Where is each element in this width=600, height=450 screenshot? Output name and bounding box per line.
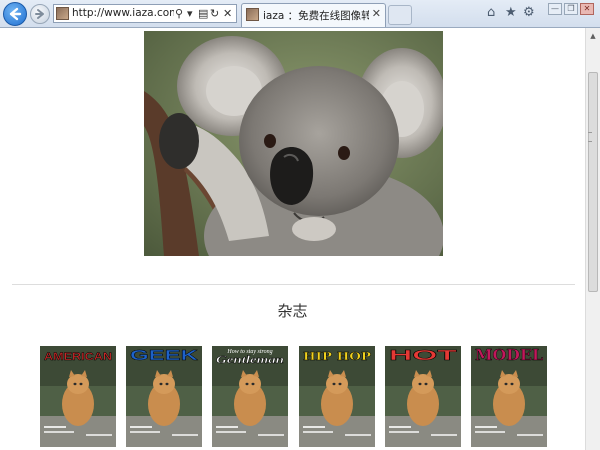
magazine-cover: GEEK <box>126 346 202 447</box>
favorites-icon[interactable]: ★ <box>505 6 517 20</box>
browser-tab[interactable]: iaza ：免费在线图像转换-... ✕ <box>241 3 386 27</box>
scrollbar-grip <box>588 132 592 142</box>
back-arrow-icon <box>9 7 22 21</box>
magazine-cover: HOT <box>385 346 461 447</box>
scroll-up-icon[interactable]: ▲ <box>586 28 600 44</box>
search-icon[interactable]: ⚲ <box>175 6 183 22</box>
magazine-title: HOT <box>389 347 457 364</box>
forward-arrow-icon <box>35 9 44 19</box>
site-favicon <box>56 7 69 20</box>
magazine-template[interactable]: HIP HOP <box>299 346 375 447</box>
address-dropdown-icon[interactable]: ▾ <box>187 6 193 22</box>
address-url[interactable]: http://www.iaza.com/xp <box>72 7 174 19</box>
window-close-button[interactable]: ✕ <box>580 3 594 15</box>
page-content: 杂志 AMERICAN GEEK How to stay strong Gentl… <box>0 28 585 450</box>
magazine-template[interactable]: HOT <box>385 346 461 447</box>
magazine-cover: HIP HOP <box>299 346 375 447</box>
home-icon[interactable]: ⌂ <box>487 6 495 20</box>
magazine-cover: AMERICAN <box>40 346 116 447</box>
magazine-template[interactable]: AMERICAN <box>40 346 116 447</box>
section-title: 杂志 <box>277 302 308 320</box>
restore-button[interactable]: ❐ <box>564 3 578 15</box>
tab-close-icon[interactable]: ✕ <box>372 7 381 20</box>
stop-icon[interactable]: ✕ <box>223 6 232 22</box>
new-tab-button[interactable] <box>388 5 412 25</box>
forward-button[interactable] <box>30 4 50 24</box>
magazine-template[interactable]: How to stay strong Gentleman <box>212 346 288 447</box>
settings-icon[interactable]: ⚙ <box>523 6 535 20</box>
section-divider <box>12 284 575 285</box>
magazine-title: HIP HOP <box>303 350 371 363</box>
compatibility-view-icon[interactable]: ▤ <box>198 6 208 22</box>
minimize-button[interactable]: — <box>548 3 562 15</box>
magazine-title: AMERICAN <box>44 351 112 363</box>
magazine-template[interactable]: MODEL <box>471 346 547 447</box>
browser-toolbar: http://www.iaza.com/xp ⚲ ▾ ▤ ↻ ✕ iaza ：免… <box>0 0 600 28</box>
address-bar[interactable]: http://www.iaza.com/xp ⚲ ▾ ▤ ↻ ✕ <box>53 4 237 23</box>
refresh-icon[interactable]: ↻ <box>210 6 219 22</box>
magazine-cover: How to stay strongGentleman <box>212 346 288 447</box>
vertical-scrollbar[interactable]: ▲ <box>585 28 600 450</box>
magazine-title: Gentleman <box>216 354 284 366</box>
magazine-template[interactable]: GEEK <box>126 346 202 447</box>
tab-favicon <box>246 8 259 21</box>
tab-title: iaza ：免费在线图像转换-... <box>263 10 369 22</box>
magazine-title: GEEK <box>130 347 198 364</box>
magazine-cover: MODEL <box>471 346 547 447</box>
back-button[interactable] <box>3 2 27 26</box>
koala-photo <box>144 31 443 256</box>
magazine-title: MODEL <box>475 346 543 364</box>
scrollbar-thumb[interactable] <box>588 72 598 292</box>
